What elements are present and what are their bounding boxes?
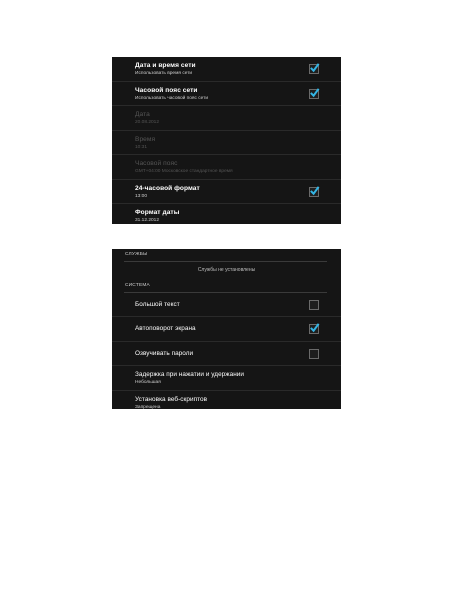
24-hour-format-row[interactable]: 24-часовой формат 13:00 bbox=[112, 180, 341, 204]
network-date-time-checkbox[interactable] bbox=[309, 63, 320, 74]
services-section-header: СЛУЖБЫ bbox=[124, 249, 327, 262]
checkmark-icon bbox=[310, 87, 320, 97]
24-hour-format-checkbox[interactable] bbox=[309, 185, 320, 197]
time-title: Время bbox=[135, 135, 156, 143]
web-scripts-title: Установка веб-скриптов bbox=[135, 395, 208, 403]
24-hour-format-title: 24-часовой формат bbox=[135, 184, 200, 192]
speak-passwords-row[interactable]: Озвучивать пароли bbox=[112, 342, 341, 367]
touch-hold-delay-row[interactable]: Задержка при нажатии и удержании Небольш… bbox=[112, 366, 341, 391]
checkmark-icon bbox=[310, 185, 320, 195]
date-format-row[interactable]: Формат даты 31.12.2012 bbox=[112, 204, 341, 228]
date-format-example: 31.12.2012 bbox=[135, 218, 160, 223]
large-text-row[interactable]: Большой текст bbox=[112, 293, 341, 318]
services-empty-message: Службы не установлены bbox=[112, 262, 341, 280]
24-hour-format-example: 13:00 bbox=[135, 193, 148, 199]
services-empty-text: Службы не установлены bbox=[197, 267, 256, 273]
large-text-checkbox[interactable] bbox=[309, 300, 319, 310]
web-scripts-value: Запрещена bbox=[135, 404, 161, 410]
checkmark-icon bbox=[310, 63, 320, 73]
time-row: Время 10:31 bbox=[112, 131, 341, 155]
checkmark-icon bbox=[310, 323, 320, 333]
auto-rotate-row[interactable]: Автоповорот экрана bbox=[112, 317, 341, 342]
services-header-label: СЛУЖБЫ bbox=[125, 252, 148, 257]
touch-hold-delay-title: Задержка при нажатии и удержании bbox=[135, 371, 245, 379]
date-format-title: Формат даты bbox=[135, 209, 180, 216]
speak-passwords-title: Озвучивать пароли bbox=[135, 349, 194, 357]
accessibility-settings-panel: СЛУЖБЫ Службы не установлены СИСТЕМА Бол… bbox=[112, 249, 341, 410]
network-date-time-subtitle: Использовать время сети bbox=[135, 71, 193, 76]
system-section-header: СИСТЕМА bbox=[124, 280, 327, 293]
date-title: Дата bbox=[135, 111, 150, 118]
network-timezone-row[interactable]: Часовой пояс сети Использовать часовой п… bbox=[112, 82, 341, 106]
date-time-settings-panel: Дата и время сети Использовать время сет… bbox=[112, 57, 341, 224]
network-timezone-checkbox[interactable] bbox=[309, 87, 320, 99]
date-row: Дата 20.08.2012 bbox=[112, 106, 341, 131]
time-value: 10:31 bbox=[135, 144, 148, 150]
network-timezone-title: Часовой пояс сети bbox=[135, 86, 198, 94]
network-date-time-row[interactable]: Дата и время сети Использовать время сет… bbox=[112, 57, 341, 82]
auto-rotate-checkbox[interactable] bbox=[309, 323, 320, 335]
timezone-title: Часовой пояс bbox=[135, 160, 178, 167]
timezone-value: GMT+04:00 Московское стандартное время bbox=[135, 169, 233, 174]
network-timezone-subtitle: Использовать часовой пояс сети bbox=[135, 95, 209, 101]
large-text-title: Большой текст bbox=[135, 301, 180, 308]
touch-hold-delay-value: Небольшая bbox=[135, 380, 161, 386]
auto-rotate-title: Автоповорот экрана bbox=[135, 325, 196, 333]
date-value: 20.08.2012 bbox=[135, 120, 160, 125]
web-scripts-row[interactable]: Установка веб-скриптов Запрещена bbox=[112, 391, 341, 414]
timezone-row: Часовой пояс GMT+04:00 Московское станда… bbox=[112, 155, 341, 180]
system-header-label: СИСТЕМА bbox=[125, 283, 150, 288]
network-date-time-title: Дата и время сети bbox=[135, 62, 196, 69]
speak-passwords-checkbox[interactable] bbox=[309, 348, 319, 359]
